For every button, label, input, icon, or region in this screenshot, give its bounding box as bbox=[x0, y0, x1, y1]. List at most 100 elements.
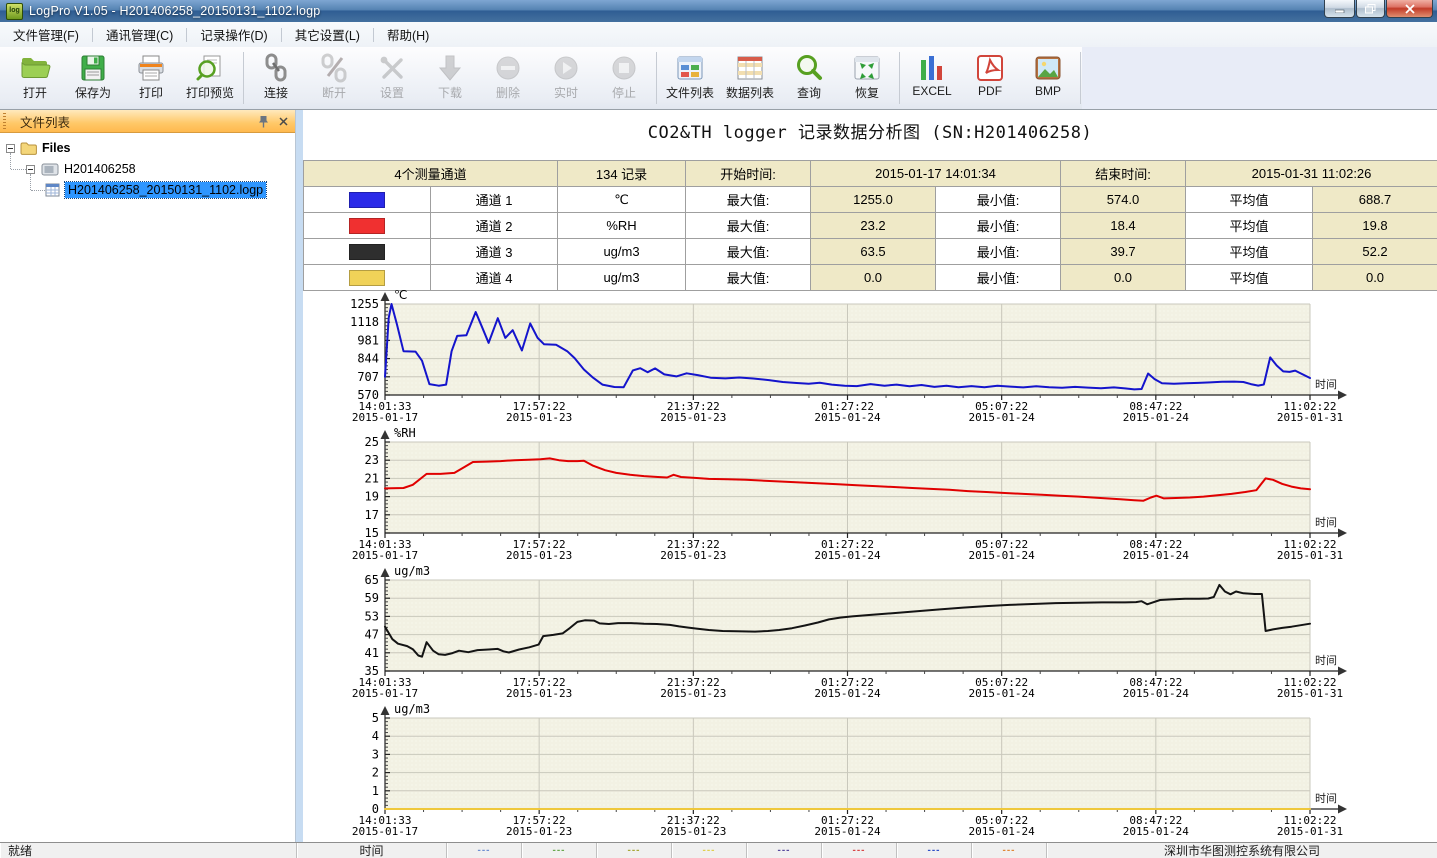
svg-text:5: 5 bbox=[372, 711, 379, 725]
minimize-button[interactable] bbox=[1324, 0, 1355, 18]
connect-button[interactable]: 连接 bbox=[247, 47, 305, 104]
svg-text:59: 59 bbox=[365, 591, 379, 605]
toolbar-button-label: 关于 bbox=[1101, 84, 1125, 101]
status-channel-indicator-2: --- bbox=[522, 843, 597, 858]
tree-file-label-selected[interactable]: H201406258_20150131_1102.logp bbox=[65, 182, 266, 198]
channel-1-color-swatch bbox=[349, 192, 385, 208]
channel-2-chart: 25232119171514:01:332015-01-1717:57:2220… bbox=[303, 428, 1437, 566]
svg-text:ug/m3: ug/m3 bbox=[394, 566, 430, 578]
restore-button[interactable]: 恢复 bbox=[838, 47, 896, 104]
svg-text:844: 844 bbox=[357, 352, 379, 366]
app-logo-icon: log bbox=[6, 3, 23, 20]
summary-cell: 574.0 bbox=[1061, 187, 1186, 213]
channel-4-color-swatch bbox=[349, 270, 385, 286]
menu-record[interactable]: 记录操作(D) bbox=[187, 21, 280, 48]
toolbar-button-label: 文件列表 bbox=[666, 84, 714, 101]
svg-text:2015-01-24: 2015-01-24 bbox=[969, 411, 1036, 424]
tree-item-files[interactable]: Files bbox=[6, 139, 71, 157]
end-time-label: 结束时间: bbox=[1061, 161, 1186, 187]
status-dash: --- bbox=[928, 845, 941, 856]
toolbar-button-label: 恢复 bbox=[855, 84, 879, 101]
summary-cell: 平均值 bbox=[1186, 239, 1313, 265]
menu-help[interactable]: 帮助(H) bbox=[374, 21, 442, 48]
print-preview-button[interactable]: 打印预览 bbox=[180, 47, 240, 104]
download-icon bbox=[434, 52, 466, 84]
panel-splitter[interactable] bbox=[296, 110, 303, 842]
summary-cell bbox=[304, 239, 431, 265]
svg-text:2015-01-24: 2015-01-24 bbox=[814, 549, 881, 562]
svg-text:981: 981 bbox=[357, 333, 379, 347]
close-icon[interactable] bbox=[275, 113, 291, 129]
pin-icon[interactable] bbox=[255, 113, 271, 129]
status-company: 深圳市华图测控系统有限公司 bbox=[1047, 843, 1437, 858]
svg-text:2015-01-17: 2015-01-17 bbox=[352, 549, 418, 562]
status-channel-indicator-8: --- bbox=[972, 843, 1047, 858]
svg-text:4: 4 bbox=[372, 729, 379, 743]
excel-button[interactable]: EXCEL bbox=[903, 47, 961, 101]
tree-item-device[interactable]: H201406258 bbox=[26, 160, 136, 178]
channel-row-3: 通道 3ug/m3最大值:63.5最小值:39.7平均值52.2 bbox=[304, 239, 1437, 265]
settings-icon bbox=[376, 52, 408, 84]
status-bar: 就绪 时间 ------------------------ 深圳市华图测控系统… bbox=[0, 842, 1437, 858]
about-button[interactable]: 关于 bbox=[1084, 47, 1142, 104]
svg-text:2015-01-31: 2015-01-31 bbox=[1277, 549, 1343, 562]
summary-cell: 通道 4 bbox=[431, 265, 558, 291]
log-file-icon bbox=[45, 183, 60, 197]
disconnect-button: 断开 bbox=[305, 47, 363, 104]
pdf-button[interactable]: PDF bbox=[961, 47, 1019, 101]
collapse-icon[interactable] bbox=[6, 144, 15, 153]
open-folder-button[interactable]: 打开 bbox=[6, 47, 64, 104]
svg-text:时间: 时间 bbox=[1315, 792, 1337, 805]
stop-icon bbox=[608, 52, 640, 84]
svg-text:ug/m3: ug/m3 bbox=[394, 704, 430, 716]
file-list-icon bbox=[674, 52, 706, 84]
realtime-icon bbox=[550, 52, 582, 84]
summary-cell: 最大值: bbox=[686, 239, 811, 265]
end-time-value: 2015-01-31 11:02:26 bbox=[1186, 161, 1437, 187]
summary-cell: 19.8 bbox=[1313, 213, 1437, 239]
file-list-button[interactable]: 文件列表 bbox=[660, 47, 720, 104]
status-dash: --- bbox=[778, 845, 791, 856]
svg-text:℃: ℃ bbox=[394, 290, 407, 302]
menu-file[interactable]: 文件管理(F) bbox=[0, 21, 92, 48]
close-button[interactable] bbox=[1386, 0, 1433, 18]
svg-text:2015-01-17: 2015-01-17 bbox=[352, 411, 418, 424]
tree-device-label[interactable]: H201406258 bbox=[64, 162, 136, 176]
bmp-button[interactable]: BMP bbox=[1019, 47, 1077, 101]
collapse-icon[interactable] bbox=[26, 165, 35, 174]
print-button[interactable]: 打印 bbox=[122, 47, 180, 104]
title-bar: log LogPro V1.05 - H201406258_20150131_1… bbox=[0, 0, 1437, 22]
report-title: CO2&TH logger 记录数据分析图 (SN:H201406258) bbox=[303, 118, 1437, 143]
svg-text:2015-01-24: 2015-01-24 bbox=[1123, 825, 1190, 838]
about-icon bbox=[1097, 52, 1129, 84]
svg-text:21: 21 bbox=[365, 471, 379, 485]
status-channel-indicator-4: --- bbox=[672, 843, 747, 858]
svg-text:2015-01-23: 2015-01-23 bbox=[660, 825, 726, 838]
svg-text:2015-01-17: 2015-01-17 bbox=[352, 687, 418, 700]
save-button[interactable]: 保存为 bbox=[64, 47, 122, 104]
summary-cell: 最小值: bbox=[936, 239, 1061, 265]
summary-cell: 23.2 bbox=[811, 213, 936, 239]
tree-item-logfile[interactable]: H201406258_20150131_1102.logp bbox=[45, 181, 266, 199]
toolbar-button-label: 数据列表 bbox=[726, 84, 774, 101]
menu-settings[interactable]: 其它设置(L) bbox=[282, 21, 373, 48]
svg-text:2015-01-23: 2015-01-23 bbox=[506, 549, 572, 562]
panel-grip[interactable] bbox=[3, 113, 6, 129]
data-list-button[interactable]: 数据列表 bbox=[720, 47, 780, 104]
open-folder-icon bbox=[19, 52, 51, 84]
summary-cell: 39.7 bbox=[1061, 239, 1186, 265]
summary-cell: 通道 3 bbox=[431, 239, 558, 265]
tree-guide bbox=[11, 169, 26, 170]
svg-text:19: 19 bbox=[365, 490, 379, 504]
tree-root-label[interactable]: Files bbox=[42, 141, 71, 155]
svg-text:2015-01-23: 2015-01-23 bbox=[660, 549, 726, 562]
query-button[interactable]: 查询 bbox=[780, 47, 838, 104]
svg-text:2015-01-24: 2015-01-24 bbox=[814, 411, 881, 424]
menu-comm[interactable]: 通讯管理(C) bbox=[93, 21, 186, 48]
svg-text:2015-01-31: 2015-01-31 bbox=[1277, 411, 1343, 424]
print-icon bbox=[135, 52, 167, 84]
svg-text:时间: 时间 bbox=[1315, 516, 1337, 529]
svg-text:2015-01-24: 2015-01-24 bbox=[969, 825, 1036, 838]
summary-cell: 52.2 bbox=[1313, 239, 1437, 265]
restore-button[interactable] bbox=[1356, 0, 1385, 18]
